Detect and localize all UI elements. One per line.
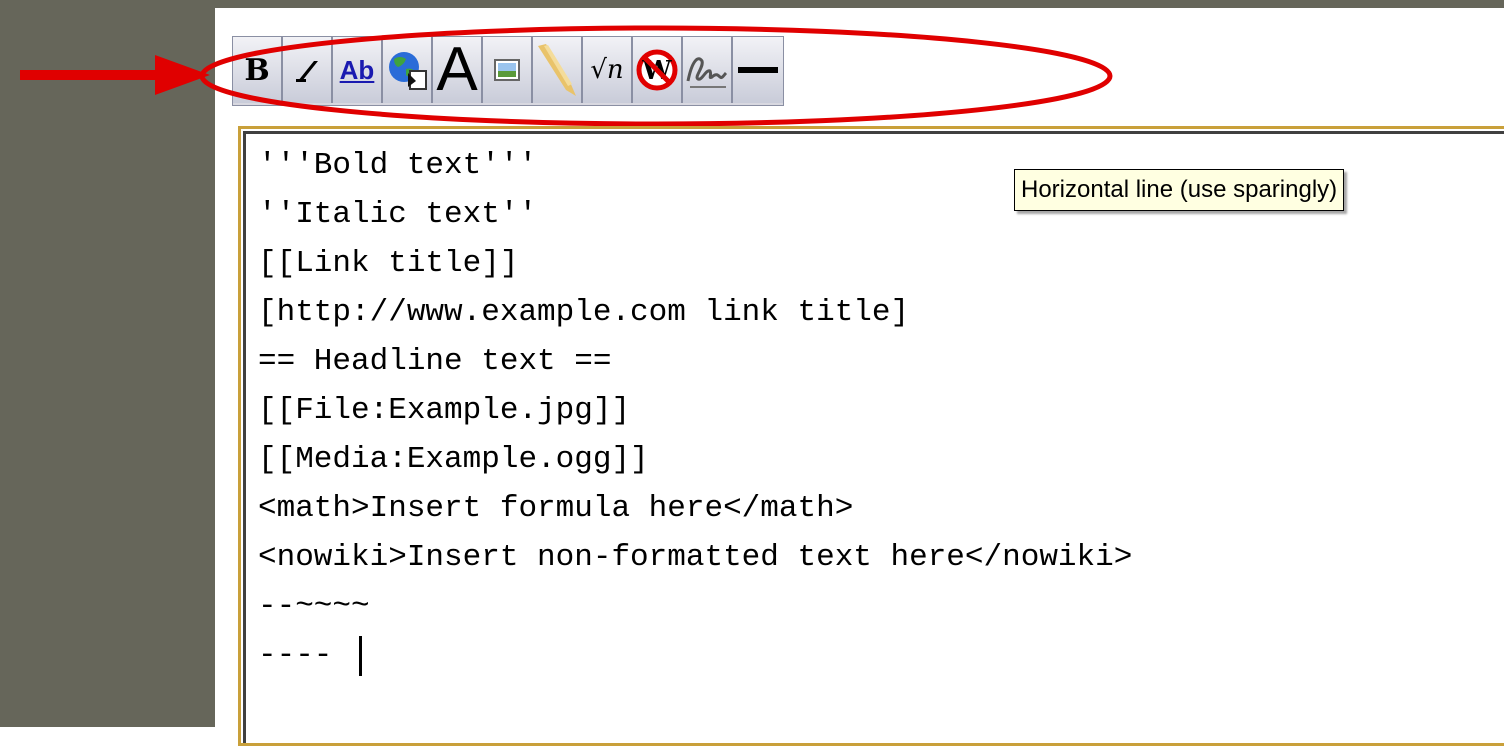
editor-line: ----: [258, 638, 333, 673]
window-frame-left: [0, 0, 215, 727]
horizontal-line-tooltip: Horizontal line (use sparingly): [1014, 169, 1345, 211]
text-caret: [359, 636, 362, 676]
window-frame-top: [0, 0, 1504, 8]
textarea-content: '''Bold text''' ''Italic text'' [[Link t…: [243, 131, 1504, 743]
red-ellipse-annotation: [199, 25, 1113, 127]
editor-line: [[File:Example.jpg]]: [258, 393, 631, 428]
red-arrow-annotation: [20, 55, 210, 95]
editor-line: == Headline text ==: [258, 344, 612, 379]
editor-line: ''Italic text'': [258, 197, 538, 232]
editor-line: <math>Insert formula here</math>: [258, 491, 854, 526]
editor-line: [http://www.example.com link title]: [258, 295, 910, 330]
editor-line: --~~~~: [258, 589, 370, 624]
editor-line: '''Bold text''': [258, 148, 538, 183]
editor-line: <nowiki>Insert non-formatted text here</…: [258, 540, 1133, 575]
editor-line: [[Media:Example.ogg]]: [258, 442, 649, 477]
editor-line: [[Link title]]: [258, 246, 519, 281]
edit-textarea[interactable]: '''Bold text''' ''Italic text'' [[Link t…: [238, 126, 1504, 746]
